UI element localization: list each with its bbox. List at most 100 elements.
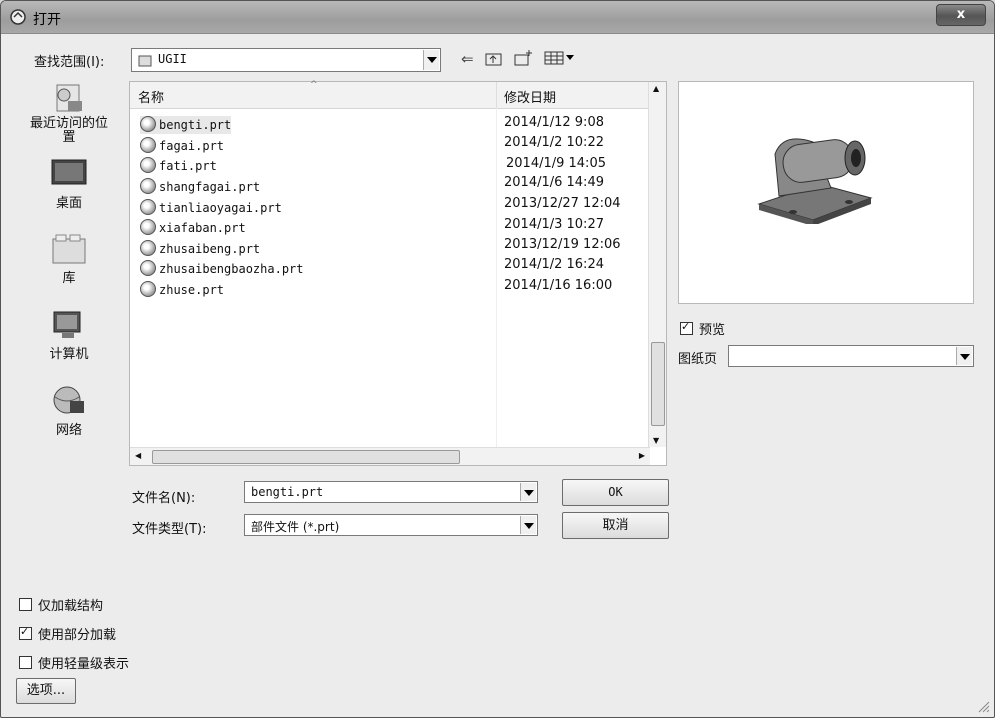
- place-library[interactable]: 库: [19, 233, 119, 286]
- file-name[interactable]: xiafaban.prt: [140, 219, 246, 237]
- file-name[interactable]: shangfagai.prt: [140, 178, 260, 196]
- load-structure-only-checkbox[interactable]: [19, 598, 32, 611]
- chevron-down-icon[interactable]: [520, 516, 536, 534]
- resize-grip-icon[interactable]: [978, 701, 990, 713]
- preview-label: 预览: [699, 323, 726, 338]
- sort-arrow-icon: ^: [310, 80, 318, 90]
- close-button[interactable]: x: [936, 4, 986, 26]
- filename-label: 文件名(N):: [132, 491, 196, 506]
- prt-file-icon: [140, 260, 156, 276]
- chevron-down-icon[interactable]: [423, 50, 439, 70]
- option-label: 使用轻量级表示: [38, 657, 130, 672]
- prt-file-icon: [140, 157, 156, 173]
- options-button[interactable]: 选项...: [16, 678, 76, 704]
- prt-file-icon: [140, 116, 156, 132]
- folder-icon: [138, 55, 152, 67]
- partial-load-checkbox[interactable]: [19, 625, 32, 640]
- lookin-label: 查找范围(I):: [34, 55, 105, 70]
- preview-checkbox[interactable]: 预览: [680, 319, 725, 338]
- place-label: 最近访问的位置: [29, 116, 108, 145]
- filetype-value: 部件文件 (*.prt): [251, 520, 340, 534]
- ok-button[interactable]: OK: [562, 479, 669, 506]
- new-folder-icon[interactable]: [514, 49, 534, 67]
- file-date: 2013/12/27 12:04: [504, 196, 621, 211]
- lookin-value: UGII: [158, 52, 187, 66]
- computer-icon: [53, 311, 81, 338]
- file-name[interactable]: zhuse.prt: [140, 281, 224, 299]
- place-label: 计算机: [49, 347, 89, 362]
- option-label: 仅加载结构: [38, 599, 104, 614]
- prt-file-icon: [140, 240, 156, 256]
- column-divider-line: [496, 108, 497, 448]
- part-preview-image: [757, 138, 873, 224]
- library-icon: [52, 234, 86, 264]
- file-date: 2014/1/6 14:49: [504, 175, 604, 190]
- lightweight-option[interactable]: 使用轻量级表示: [19, 653, 129, 672]
- place-label: 网络: [55, 423, 82, 438]
- file-name[interactable]: zhusaibengbaozha.prt: [140, 260, 304, 278]
- file-name[interactable]: zhusaibeng.prt: [140, 240, 260, 258]
- prt-file-icon: [140, 178, 156, 194]
- horizontal-scroll-thumb[interactable]: [152, 450, 460, 464]
- filename-field[interactable]: bengti.prt: [244, 481, 538, 503]
- back-icon[interactable]: ⇐: [461, 50, 474, 68]
- preview-pane: [678, 81, 974, 304]
- app-icon: [10, 9, 26, 25]
- preview-check-box[interactable]: [680, 320, 693, 335]
- recent-places-icon: [56, 84, 82, 112]
- column-name-header[interactable]: 名称: [138, 87, 164, 106]
- view-menu-icon[interactable]: [544, 51, 576, 66]
- place-desktop[interactable]: 桌面: [19, 158, 119, 211]
- prt-file-icon: [140, 199, 156, 215]
- column-date-header[interactable]: 修改日期: [504, 87, 556, 106]
- load-structure-only-option[interactable]: 仅加载结构: [19, 595, 103, 614]
- file-list[interactable]: 名称 ^ 修改日期 bengti.prt 2014/1/12 9:08 fagai…: [129, 80, 667, 466]
- file-name[interactable]: fati.prt: [140, 157, 217, 175]
- scroll-up-icon[interactable]: ▲: [653, 84, 659, 93]
- scroll-left-icon[interactable]: ◀: [135, 451, 141, 460]
- partial-load-option[interactable]: 使用部分加载: [19, 624, 116, 643]
- file-date: 2014/1/16 16:00: [504, 278, 613, 293]
- place-label: 库: [62, 271, 76, 286]
- prt-file-icon: [140, 281, 156, 297]
- column-divider[interactable]: [496, 82, 497, 108]
- sheet-label: 图纸页: [678, 352, 718, 367]
- place-label: 桌面: [55, 196, 82, 211]
- prt-file-icon: [140, 137, 156, 153]
- chevron-down-icon[interactable]: [520, 483, 536, 501]
- lookin-combo[interactable]: UGII: [131, 48, 441, 72]
- filename-value: bengti.prt: [251, 485, 324, 499]
- file-date: 2014/1/12 9:08: [504, 115, 604, 130]
- file-name[interactable]: bengti.prt: [140, 116, 232, 134]
- option-label: 使用部分加载: [38, 628, 117, 643]
- file-date: 2014/1/3 10:27: [504, 217, 604, 232]
- horizontal-scrollbar[interactable]: ◀ ▶: [130, 447, 650, 465]
- file-date: 2014/1/9 14:05: [506, 156, 606, 171]
- list-header: 名称 ^ 修改日期: [130, 80, 650, 109]
- window-title: 打开: [33, 12, 61, 28]
- vertical-scrollbar[interactable]: ▲ ▼: [648, 82, 666, 447]
- file-name[interactable]: tianliaoyagai.prt: [140, 199, 282, 217]
- place-recent[interactable]: 最近访问的位置: [19, 81, 119, 145]
- lightweight-checkbox[interactable]: [19, 656, 32, 669]
- network-icon: [53, 386, 84, 414]
- scroll-down-icon[interactable]: ▼: [653, 436, 659, 445]
- file-date: 2014/1/2 10:22: [504, 135, 604, 150]
- file-date: 2014/1/2 16:24: [504, 257, 604, 272]
- prt-file-icon: [140, 219, 156, 235]
- open-dialog: 打开 x 查找范围(I): UGII ⇐ 最近访问的位置 桌面 库 计算机 网络…: [0, 0, 995, 718]
- desktop-icon: [51, 159, 87, 185]
- place-computer[interactable]: 计算机: [19, 309, 119, 362]
- cancel-button[interactable]: 取消: [562, 512, 669, 539]
- file-name[interactable]: fagai.prt: [140, 137, 224, 155]
- vertical-scroll-thumb[interactable]: [651, 342, 665, 426]
- place-network[interactable]: 网络: [19, 385, 119, 438]
- filetype-select[interactable]: 部件文件 (*.prt): [244, 514, 538, 536]
- sheet-combo[interactable]: [728, 345, 974, 367]
- title-bar[interactable]: 打开 x: [1, 1, 994, 34]
- chevron-down-icon[interactable]: [956, 347, 972, 365]
- up-folder-icon[interactable]: [485, 50, 503, 66]
- file-date: 2013/12/19 12:06: [504, 237, 621, 252]
- scroll-right-icon[interactable]: ▶: [639, 451, 645, 460]
- filetype-label: 文件类型(T):: [132, 522, 207, 537]
